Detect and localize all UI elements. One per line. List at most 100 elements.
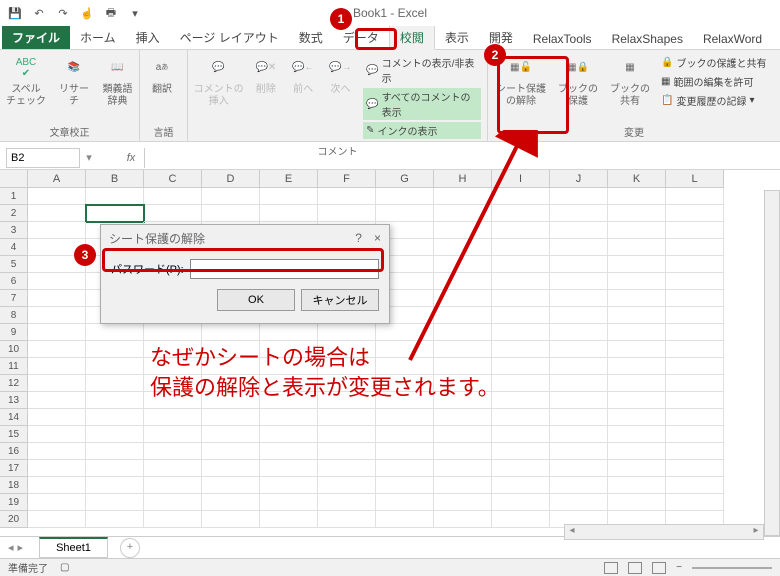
cell[interactable] — [666, 205, 724, 222]
cell[interactable] — [144, 324, 202, 341]
cell[interactable] — [376, 443, 434, 460]
cell[interactable] — [434, 358, 492, 375]
row-header-2[interactable]: 2 — [0, 205, 28, 222]
col-header-F[interactable]: F — [318, 170, 376, 188]
translate-button[interactable]: aあ 翻訳 — [144, 52, 180, 98]
cell[interactable] — [666, 256, 724, 273]
cell[interactable] — [492, 222, 550, 239]
cell[interactable] — [86, 409, 144, 426]
cell[interactable] — [608, 358, 666, 375]
cell[interactable] — [434, 324, 492, 341]
cell[interactable] — [550, 443, 608, 460]
share-workbook-button[interactable]: ▦ ブックの 共有 — [606, 52, 654, 109]
cell[interactable] — [492, 426, 550, 443]
cell[interactable] — [550, 256, 608, 273]
cell[interactable] — [318, 188, 376, 205]
cell[interactable] — [144, 443, 202, 460]
tab-insert[interactable]: 挿入 — [126, 25, 170, 49]
row-header-19[interactable]: 19 — [0, 494, 28, 511]
row-header-16[interactable]: 16 — [0, 443, 28, 460]
cell[interactable] — [144, 494, 202, 511]
cell[interactable] — [318, 494, 376, 511]
cell[interactable] — [492, 494, 550, 511]
tab-review[interactable]: 校閲 — [389, 24, 435, 50]
cell[interactable] — [202, 205, 260, 222]
cell[interactable] — [666, 239, 724, 256]
cell[interactable] — [434, 205, 492, 222]
sheet-nav-first-icon[interactable]: ◂ — [8, 541, 14, 554]
col-header-K[interactable]: K — [608, 170, 666, 188]
view-page-layout-icon[interactable] — [628, 562, 642, 574]
cell[interactable] — [28, 273, 86, 290]
tab-view[interactable]: 表示 — [435, 25, 479, 49]
cell[interactable] — [666, 307, 724, 324]
cell[interactable] — [28, 409, 86, 426]
col-header-A[interactable]: A — [28, 170, 86, 188]
view-normal-icon[interactable] — [604, 562, 618, 574]
next-comment-button[interactable]: 💬→ 次へ — [324, 52, 357, 98]
password-input[interactable] — [190, 259, 379, 279]
cell[interactable] — [376, 205, 434, 222]
cell[interactable] — [492, 256, 550, 273]
thesaurus-button[interactable]: 📖 類義語 辞典 — [100, 52, 135, 109]
cell[interactable] — [86, 392, 144, 409]
cell[interactable] — [492, 273, 550, 290]
cell[interactable] — [492, 324, 550, 341]
sheet-tab-1[interactable]: Sheet1 — [39, 537, 108, 558]
row-header-18[interactable]: 18 — [0, 477, 28, 494]
cell[interactable] — [550, 392, 608, 409]
name-box[interactable]: B2 — [6, 148, 80, 168]
cell[interactable] — [608, 222, 666, 239]
cell[interactable] — [492, 205, 550, 222]
cell[interactable] — [202, 443, 260, 460]
cell[interactable] — [550, 239, 608, 256]
cell[interactable] — [28, 426, 86, 443]
cell[interactable] — [202, 188, 260, 205]
row-header-12[interactable]: 12 — [0, 375, 28, 392]
cell[interactable] — [202, 324, 260, 341]
protect-share-workbook[interactable]: 🔒 ブックの保護と共有 — [660, 54, 767, 71]
tab-home[interactable]: ホーム — [70, 25, 126, 49]
cell[interactable] — [492, 511, 550, 528]
research-button[interactable]: 📚 リサーチ — [52, 52, 96, 109]
cell[interactable] — [550, 426, 608, 443]
cell[interactable] — [492, 409, 550, 426]
cell[interactable] — [492, 392, 550, 409]
cell[interactable] — [202, 426, 260, 443]
cell[interactable] — [376, 494, 434, 511]
cell[interactable] — [28, 341, 86, 358]
cell[interactable] — [666, 426, 724, 443]
print-icon[interactable]: 🖶 — [102, 4, 120, 22]
spell-check-button[interactable]: ABC✔ スペル チェック — [4, 52, 48, 109]
cell[interactable] — [376, 409, 434, 426]
col-header-G[interactable]: G — [376, 170, 434, 188]
row-header-4[interactable]: 4 — [0, 239, 28, 256]
cell[interactable] — [202, 477, 260, 494]
cell[interactable] — [86, 443, 144, 460]
scroll-right-icon[interactable]: ▸ — [749, 525, 763, 539]
cell[interactable] — [434, 426, 492, 443]
cell[interactable] — [202, 494, 260, 511]
fx-button[interactable]: fx — [120, 152, 142, 164]
cell[interactable] — [376, 426, 434, 443]
cell[interactable] — [492, 460, 550, 477]
track-changes[interactable]: 📋 変更履歴の記録▾ — [660, 92, 767, 109]
tab-page-layout[interactable]: ページ レイアウト — [170, 25, 289, 49]
tab-relaxshapes[interactable]: RelaxShapes — [602, 28, 693, 49]
cell[interactable] — [434, 256, 492, 273]
namebox-dropdown-icon[interactable]: ▾ — [82, 151, 96, 164]
cell[interactable] — [28, 358, 86, 375]
cell[interactable] — [434, 188, 492, 205]
cell[interactable] — [86, 426, 144, 443]
cell[interactable] — [144, 477, 202, 494]
cell[interactable] — [86, 324, 144, 341]
cell[interactable] — [28, 511, 86, 528]
cell[interactable] — [608, 290, 666, 307]
cell[interactable] — [550, 324, 608, 341]
row-header-20[interactable]: 20 — [0, 511, 28, 528]
add-sheet-button[interactable]: + — [120, 538, 140, 558]
cell[interactable] — [608, 239, 666, 256]
cell[interactable] — [608, 477, 666, 494]
cell[interactable] — [28, 443, 86, 460]
cell[interactable] — [318, 409, 376, 426]
